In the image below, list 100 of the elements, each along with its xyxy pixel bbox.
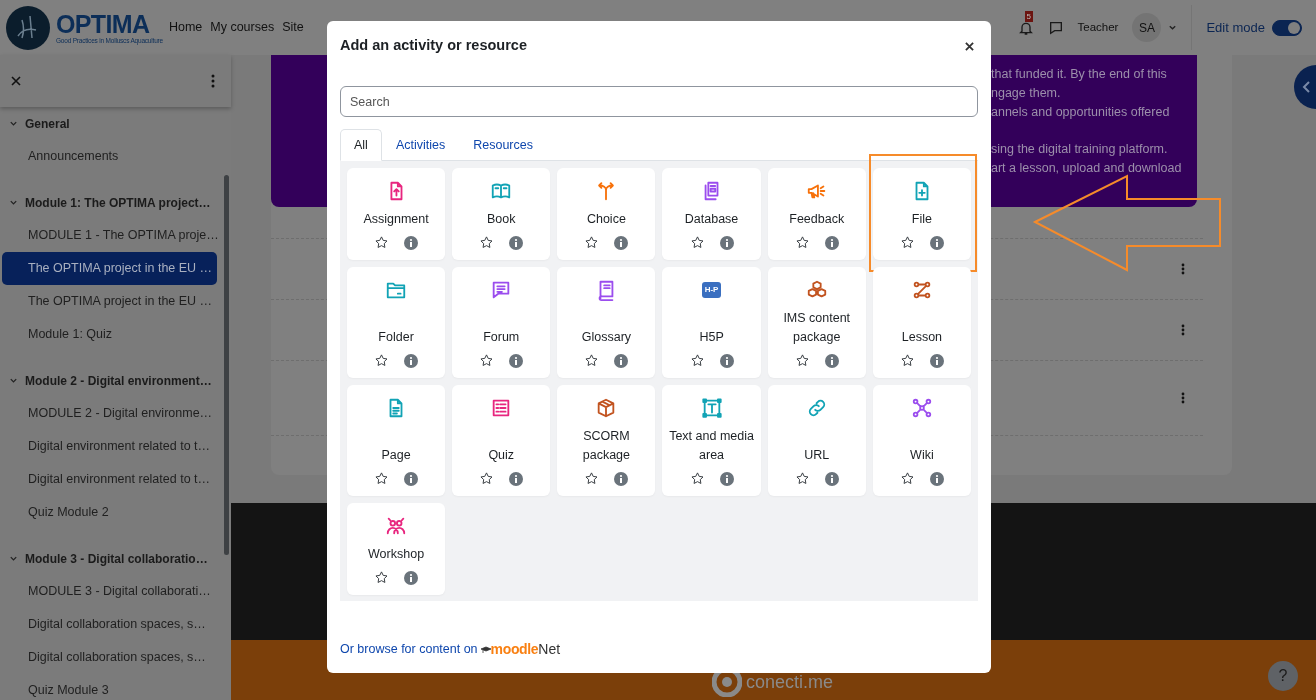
tab[interactable]: Resources: [459, 129, 547, 161]
moodlenet-link[interactable]: Or browse for content on: [340, 640, 478, 659]
section-title[interactable]: Module 1: The OPTIMA project…: [25, 193, 211, 212]
activity-card[interactable]: Choice: [557, 168, 656, 260]
star-icon[interactable]: [899, 353, 915, 368]
info-icon[interactable]: [719, 235, 734, 250]
sidebar-item[interactable]: MODULE 2 - Digital environme…: [2, 397, 217, 430]
sidebar-item[interactable]: Module 1: Quiz: [2, 318, 217, 351]
activity-card[interactable]: Folder: [347, 267, 446, 378]
activity-card[interactable]: IMS content package: [767, 267, 866, 378]
search-field[interactable]: Search: [340, 86, 978, 117]
caret-icon[interactable]: [1168, 23, 1178, 32]
activity-card[interactable]: Quiz: [452, 385, 551, 496]
sidebar-item[interactable]: Digital environment related to t…: [2, 463, 217, 496]
tab[interactable]: Activities: [381, 129, 460, 161]
more-icon[interactable]: [1181, 392, 1185, 404]
star-icon[interactable]: [689, 235, 705, 250]
activity-card[interactable]: Lesson: [872, 267, 971, 378]
activity-card[interactable]: Database: [662, 168, 761, 260]
sidebar-item[interactable]: MODULE 1 - The OPTIMA proje…: [2, 219, 217, 252]
section-title[interactable]: General: [25, 114, 70, 133]
star-icon[interactable]: [794, 235, 810, 250]
info-icon[interactable]: [404, 235, 419, 250]
sidebar-item[interactable]: The OPTIMA project in the EU …: [2, 252, 217, 285]
activity-card[interactable]: Glossary: [557, 267, 656, 378]
activity-label: URL: [803, 447, 831, 464]
nav-link[interactable]: Home: [168, 18, 203, 37]
activity-card[interactable]: URL: [767, 385, 866, 496]
chevron-down-icon[interactable]: [9, 554, 18, 563]
star-icon[interactable]: [374, 471, 390, 486]
star-icon[interactable]: [374, 353, 390, 368]
scrollbar[interactable]: [224, 175, 229, 555]
info-icon[interactable]: [404, 353, 419, 368]
activity-card[interactable]: Page: [347, 385, 446, 496]
sidebar-item[interactable]: The OPTIMA project in the EU …: [2, 285, 217, 318]
chat-icon[interactable]: [1047, 19, 1064, 36]
star-icon[interactable]: [584, 353, 600, 368]
sidebar-item[interactable]: MODULE 3 - Digital collaborati…: [2, 575, 217, 608]
star-icon[interactable]: [794, 353, 810, 368]
tab[interactable]: All: [340, 129, 382, 161]
info-icon[interactable]: [719, 471, 734, 486]
activity-card[interactable]: Workshop: [347, 503, 446, 595]
sidebar-item[interactable]: Digital collaboration spaces, s…: [2, 641, 217, 674]
info-icon[interactable]: [719, 353, 734, 368]
chevron-down-icon[interactable]: [9, 198, 18, 207]
section-title[interactable]: Module 3 - Digital collaboratio…: [25, 549, 208, 568]
star-icon[interactable]: [689, 353, 705, 368]
star-icon[interactable]: [374, 235, 390, 250]
info-icon[interactable]: [404, 570, 419, 585]
star-icon[interactable]: [794, 471, 810, 486]
info-icon[interactable]: [614, 471, 629, 486]
info-icon[interactable]: [614, 353, 629, 368]
activity-card[interactable]: Text and media area: [662, 385, 761, 496]
info-icon[interactable]: [509, 235, 524, 250]
activity-label: Wiki: [909, 447, 935, 464]
more-icon[interactable]: [1181, 324, 1185, 336]
info-icon[interactable]: [509, 471, 524, 486]
activity-card[interactable]: Book: [452, 168, 551, 260]
activity-card[interactable]: Forum: [452, 267, 551, 378]
activity-card[interactable]: File: [872, 168, 971, 260]
user-avatar[interactable]: SA: [1132, 13, 1162, 42]
h5p-logo: H-P: [701, 282, 722, 298]
star-icon[interactable]: [479, 471, 495, 486]
section-title[interactable]: Module 2 - Digital environment…: [25, 371, 212, 390]
star-icon[interactable]: [584, 471, 600, 486]
info-icon[interactable]: [929, 471, 944, 486]
info-icon[interactable]: [824, 471, 839, 486]
star-icon[interactable]: [479, 353, 495, 368]
sidebar-item[interactable]: Quiz Module 2: [2, 496, 217, 529]
sidebar-item[interactable]: Digital collaboration spaces, s…: [2, 608, 217, 641]
info-icon[interactable]: [614, 235, 629, 250]
close-icon[interactable]: [965, 41, 974, 51]
star-icon[interactable]: [899, 471, 915, 486]
info-icon[interactable]: [824, 235, 839, 250]
sidebar-item[interactable]: Announcements: [2, 140, 217, 173]
info-icon[interactable]: [509, 353, 524, 368]
nav-link[interactable]: My courses: [210, 18, 275, 37]
activity-card[interactable]: SCORM package: [557, 385, 656, 496]
info-icon[interactable]: [824, 353, 839, 368]
chevron-down-icon[interactable]: [9, 119, 18, 128]
activity-card[interactable]: H-P H5P: [662, 267, 761, 378]
activity-card[interactable]: Feedback: [767, 168, 866, 260]
activity-label: Folder: [377, 329, 415, 346]
star-icon[interactable]: [689, 471, 705, 486]
info-icon[interactable]: [404, 471, 419, 486]
more-icon[interactable]: [211, 74, 215, 88]
info-icon[interactable]: [929, 235, 944, 250]
activity-card[interactable]: Wiki: [872, 385, 971, 496]
nav-link[interactable]: Site: [282, 18, 304, 37]
sidebar-item[interactable]: Digital environment related to t…: [2, 430, 217, 463]
star-icon[interactable]: [374, 570, 390, 585]
star-icon[interactable]: [479, 235, 495, 250]
star-icon[interactable]: [899, 235, 915, 250]
chevron-down-icon[interactable]: [9, 376, 18, 385]
info-icon[interactable]: [929, 353, 944, 368]
more-icon[interactable]: [1181, 263, 1185, 275]
sidebar-item[interactable]: Quiz Module 3: [2, 674, 217, 700]
activity-card[interactable]: Assignment: [347, 168, 446, 260]
edit-mode-toggle[interactable]: [1272, 19, 1302, 36]
star-icon[interactable]: [584, 235, 600, 250]
